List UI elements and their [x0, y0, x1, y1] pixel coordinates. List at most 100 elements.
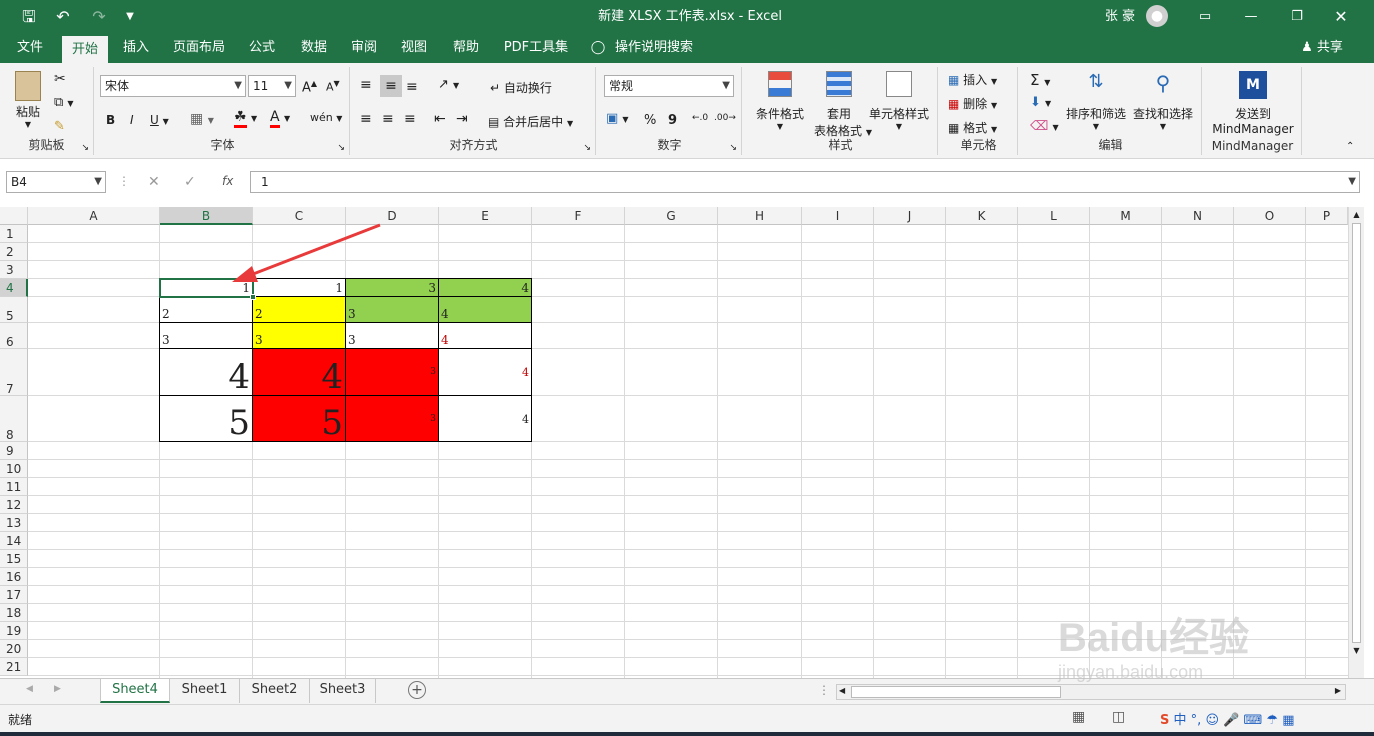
insert-function-button[interactable]: fx [222, 174, 233, 188]
cell-styles-button[interactable]: 单元格样式 ▼ [866, 71, 932, 131]
cell-c6[interactable]: 3 [252, 322, 346, 349]
cell-c7[interactable]: 4 [252, 348, 346, 396]
cell-b6[interactable]: 3 [159, 322, 253, 349]
tab-view[interactable]: 视图 [392, 33, 436, 63]
prev-sheet-icon[interactable]: ◀ [26, 684, 33, 694]
row-header-10[interactable]: 10 [0, 460, 28, 478]
align-middle-icon[interactable]: ≡ [380, 75, 402, 97]
column-header-j[interactable]: J [874, 207, 946, 225]
normal-view-icon[interactable]: ▦ [1072, 709, 1085, 725]
accounting-icon[interactable]: ▣ ▼ [606, 111, 629, 126]
format-cells-button[interactable]: ▦ 格式 ▼ [948, 119, 997, 136]
row-header-7[interactable]: 7 [0, 349, 28, 396]
column-header-a[interactable]: A [28, 207, 160, 225]
restore-icon[interactable]: ❐ [1282, 0, 1312, 33]
cell-c5[interactable]: 2 [252, 296, 346, 323]
ribbon-display-icon[interactable]: ▭ [1190, 0, 1220, 33]
cell-d8[interactable]: 3 [345, 395, 439, 442]
cell-e5[interactable]: 4 [438, 296, 532, 323]
row-header-6[interactable]: 6 [0, 323, 28, 349]
row-header-11[interactable]: 11 [0, 478, 28, 496]
paste-button[interactable]: 粘贴 ▼ [10, 71, 46, 129]
sheet-tab-sheet1[interactable]: Sheet1 [170, 679, 240, 703]
collapse-ribbon-icon[interactable]: ⌃ [1346, 141, 1354, 152]
row-header-20[interactable]: 20 [0, 640, 28, 658]
vertical-scrollbar[interactable]: ▲ ▼ [1348, 207, 1364, 678]
bold-button[interactable]: B [106, 113, 115, 127]
borders-icon[interactable]: ▦ ▼ [190, 111, 214, 127]
autosum-icon[interactable]: Σ ▼ [1030, 71, 1050, 89]
column-header-m[interactable]: M [1090, 207, 1162, 225]
comma-button[interactable]: 9 [668, 113, 677, 128]
column-header-n[interactable]: N [1162, 207, 1234, 225]
align-center-icon[interactable]: ≡ [382, 111, 394, 127]
format-painter-icon[interactable]: ✎ [54, 119, 65, 134]
orientation-icon[interactable]: ↗ ▼ [438, 77, 459, 92]
clear-icon[interactable]: ⌫ ▼ [1030, 119, 1059, 134]
row-header-8[interactable]: 8 [0, 396, 28, 442]
decrease-indent-icon[interactable]: ⇤ [434, 111, 446, 127]
cell-c4[interactable]: 1 [252, 278, 346, 297]
select-all-corner[interactable] [0, 207, 28, 225]
send-to-mindmanager-button[interactable]: M 发送到 MindManager [1210, 71, 1296, 136]
tab-file[interactable]: 文件 [8, 33, 52, 63]
column-header-i[interactable]: I [802, 207, 874, 225]
fill-handle[interactable] [250, 294, 256, 300]
cut-icon[interactable]: ✂ [54, 71, 66, 87]
tell-me-search[interactable]: 操作说明搜索 [612, 33, 696, 63]
tab-pdf-tools[interactable]: PDF工具集 [498, 33, 574, 63]
row-header-21[interactable]: 21 [0, 658, 28, 676]
column-header-g[interactable]: G [625, 207, 718, 225]
h-scroll-thumb[interactable] [851, 686, 1061, 698]
row-header-16[interactable]: 16 [0, 568, 28, 586]
tab-formulas[interactable]: 公式 [240, 33, 284, 63]
fill-icon[interactable]: ⬇ ▼ [1030, 95, 1051, 110]
column-header-b[interactable]: B [160, 207, 253, 225]
column-header-h[interactable]: H [718, 207, 802, 225]
row-header-13[interactable]: 13 [0, 514, 28, 532]
tab-data[interactable]: 数据 [292, 33, 336, 63]
row-header-14[interactable]: 14 [0, 532, 28, 550]
row-header-9[interactable]: 9 [0, 442, 28, 460]
font-name-select[interactable]: 宋体 ▼ [100, 75, 246, 97]
cell-b7[interactable]: 4 [159, 348, 253, 396]
conditional-format-button[interactable]: 条件格式 ▼ [750, 71, 810, 131]
dialog-launcher-icon[interactable]: ↘ [337, 143, 345, 153]
name-box[interactable]: B4 ▼ [6, 171, 106, 193]
spreadsheet-grid[interactable]: A B C D E F G H I J K L M N O P 1 2 3 4 5 6 7 8 9 10 11 12 13 14 15 16 1… [0, 207, 1374, 678]
cell-b5[interactable]: 2 [159, 296, 253, 323]
cell-e8[interactable]: 4 [438, 395, 532, 442]
redo-icon[interactable]: ↷ [84, 0, 114, 33]
cell-e4[interactable]: 4 [438, 278, 532, 297]
share-button[interactable]: ♟ 共享 [1294, 33, 1350, 63]
next-sheet-icon[interactable]: ▶ [54, 684, 61, 694]
format-as-table-button[interactable]: 套用 表格格式 ▼ [814, 71, 872, 139]
fill-color-icon[interactable]: ☘ ▼ [234, 109, 257, 128]
font-size-select[interactable]: 11 ▼ [248, 75, 296, 97]
insert-cells-button[interactable]: ▦ 插入 ▼ [948, 71, 997, 88]
add-sheet-icon[interactable]: + [408, 681, 426, 699]
sheet-tab-sheet2[interactable]: Sheet2 [240, 679, 310, 703]
increase-indent-icon[interactable]: ⇥ [456, 111, 468, 127]
close-icon[interactable]: ✕ [1326, 0, 1356, 33]
row-header-4[interactable]: 4 [0, 279, 28, 297]
sheet-tab-sheet4[interactable]: Sheet4 [100, 679, 170, 703]
align-left-icon[interactable]: ≡ [360, 111, 372, 127]
align-bottom-icon[interactable]: ≡ [406, 79, 418, 95]
cell-b8[interactable]: 5 [159, 395, 253, 442]
cell-e6[interactable]: 4 [438, 322, 532, 349]
scroll-right-icon[interactable]: ▶ [1335, 686, 1341, 695]
underline-button[interactable]: U ▼ [150, 113, 169, 127]
sheet-tab-sheet3[interactable]: Sheet3 [310, 679, 376, 703]
cell-e7[interactable]: 4 [438, 348, 532, 396]
wrap-text-button[interactable]: ↵ 自动换行 [490, 79, 552, 96]
tab-help[interactable]: 帮助 [444, 33, 488, 63]
align-right-icon[interactable]: ≡ [404, 111, 416, 127]
column-header-c[interactable]: C [253, 207, 346, 225]
increase-font-icon[interactable]: A▲ [302, 79, 317, 95]
column-header-f[interactable]: F [532, 207, 625, 225]
row-header-19[interactable]: 19 [0, 622, 28, 640]
find-select-button[interactable]: ⚲ 查找和选择 ▼ [1130, 71, 1196, 131]
dialog-launcher-icon[interactable]: ↘ [81, 143, 89, 153]
column-header-k[interactable]: K [946, 207, 1018, 225]
